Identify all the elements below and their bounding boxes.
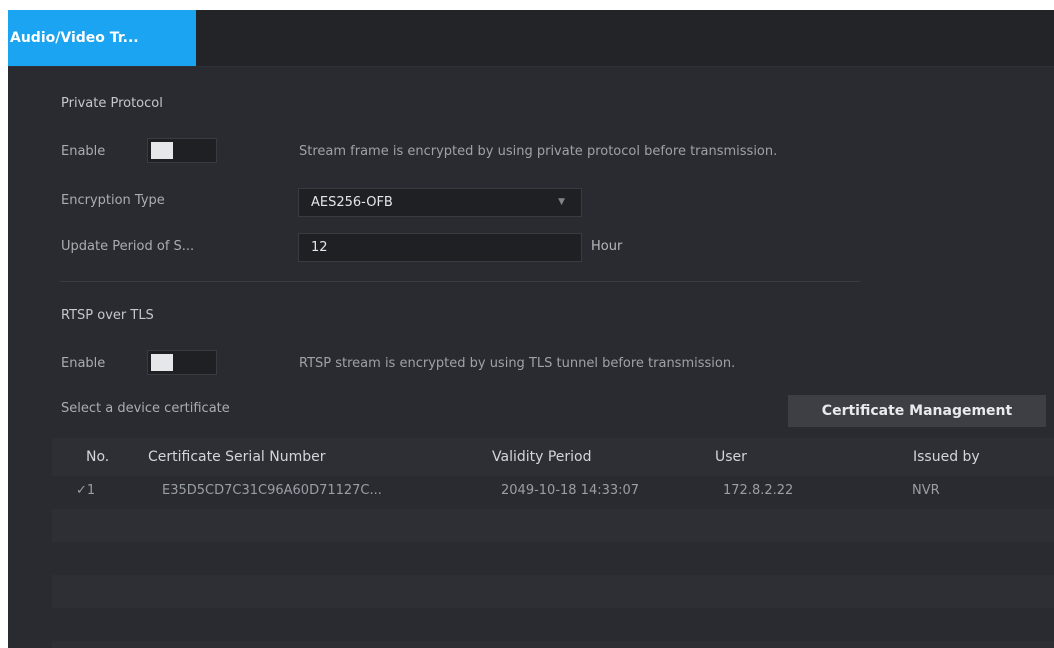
header-issued-by: Issued by xyxy=(913,449,980,465)
table-row-empty xyxy=(52,542,1054,575)
row-number: ✓1 xyxy=(76,483,96,498)
header-no: No. xyxy=(86,449,110,465)
rtsp-enable-label: Enable xyxy=(61,356,106,371)
private-protocol-description: Stream frame is encrypted by using priva… xyxy=(299,144,778,159)
rtsp-description: RTSP stream is encrypted by using TLS tu… xyxy=(299,356,736,371)
header-user: User xyxy=(715,449,747,465)
encryption-type-select[interactable]: AES256-OFB ▼ xyxy=(298,188,582,217)
tab-audio-video-transmission[interactable]: Audio/Video Tr... xyxy=(8,10,196,66)
tab-bar: Audio/Video Tr... xyxy=(8,10,1054,67)
certificate-table: No. Certificate Serial Number Validity P… xyxy=(52,438,1054,648)
table-row-empty xyxy=(52,575,1054,608)
toggle-knob xyxy=(151,142,173,159)
update-period-label: Update Period of S... xyxy=(61,239,195,254)
header-serial-number: Certificate Serial Number xyxy=(148,449,326,465)
row-validity-period: 2049-10-18 14:33:07 xyxy=(501,483,640,498)
update-period-input[interactable] xyxy=(298,233,582,262)
encryption-type-value: AES256-OFB xyxy=(311,195,393,210)
rtsp-enable-toggle[interactable] xyxy=(147,350,217,375)
chevron-down-icon: ▼ xyxy=(558,197,565,207)
rtsp-over-tls-title: RTSP over TLS xyxy=(61,308,154,323)
table-row[interactable]: ✓1 E35D5CD7C31C96A60D71127C... 2049-10-1… xyxy=(52,476,1054,509)
table-row-empty xyxy=(52,608,1054,641)
update-period-unit: Hour xyxy=(591,239,623,254)
table-header: No. Certificate Serial Number Validity P… xyxy=(52,438,1054,476)
select-certificate-label: Select a device certificate xyxy=(61,401,230,416)
table-row-empty xyxy=(52,509,1054,542)
private-protocol-title: Private Protocol xyxy=(61,96,163,111)
encryption-type-label: Encryption Type xyxy=(61,193,165,208)
row-issued-by: NVR xyxy=(912,483,940,498)
private-enable-toggle[interactable] xyxy=(147,138,217,163)
section-divider xyxy=(60,281,860,282)
header-validity-period: Validity Period xyxy=(492,449,592,465)
row-serial-number: E35D5CD7C31C96A60D71127C... xyxy=(162,483,382,498)
toggle-knob xyxy=(151,354,173,371)
certificate-management-button[interactable]: Certificate Management xyxy=(788,395,1046,427)
settings-panel: Audio/Video Tr... Private Protocol Enabl… xyxy=(8,10,1054,648)
row-user: 172.8.2.22 xyxy=(723,483,794,498)
table-row-empty xyxy=(52,641,1054,648)
private-enable-label: Enable xyxy=(61,144,106,159)
